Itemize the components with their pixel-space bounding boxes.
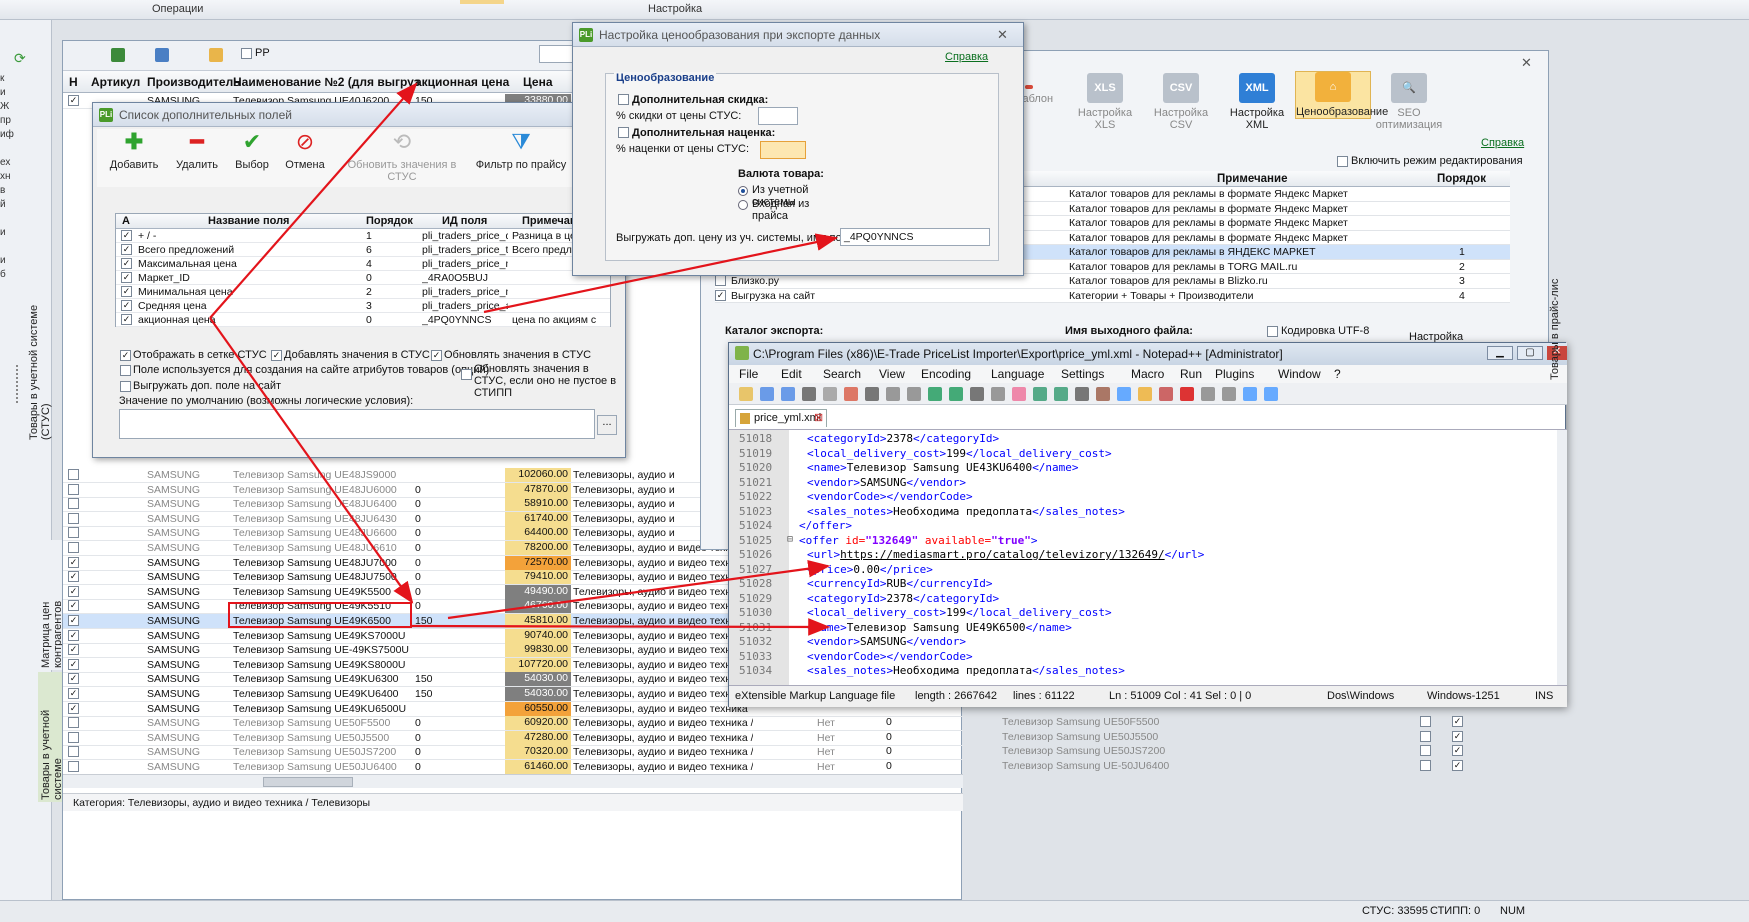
cell-name-copy: Телевизор Samsung UE50JS7200: [1002, 745, 1166, 758]
row-flag-checkbox[interactable]: [1420, 745, 1431, 757]
annotation-arrows: [209, 82, 839, 636]
app-root: Операции Настройка ⟳ к и Жпр иф ех хн в й и и б То…: [0, 0, 1749, 922]
cell-zero: 0: [886, 745, 892, 758]
arrow-to-promo-header: [209, 82, 418, 319]
row-flag-checkbox[interactable]: ✓: [1452, 716, 1463, 728]
cell-zero: 0: [886, 716, 892, 729]
cell-name-copy: Телевизор Samsung UE50F5500: [1002, 716, 1160, 729]
arrow-to-promo-value: [209, 317, 414, 604]
cell-name-copy: Телевизор Samsung UE50J5500: [1002, 730, 1159, 743]
arrow-to-export-field: [483, 233, 839, 314]
cell-zero: 0: [886, 730, 892, 743]
cell-zero: 0: [886, 760, 892, 772]
cell-name-copy: Телевизор Samsung UE-50JU6400: [1002, 760, 1170, 772]
row-flag-checkbox[interactable]: [1420, 716, 1431, 728]
arrow-to-xml-price: [447, 559, 831, 620]
row-flag-checkbox[interactable]: [1420, 730, 1431, 742]
row-flag-checkbox[interactable]: ✓: [1452, 730, 1463, 742]
row-flag-checkbox[interactable]: ✓: [1452, 760, 1463, 771]
row-flag-checkbox[interactable]: [1420, 760, 1431, 771]
arrow-to-xml-name: [411, 618, 831, 636]
row-flag-checkbox[interactable]: ✓: [1452, 745, 1463, 757]
